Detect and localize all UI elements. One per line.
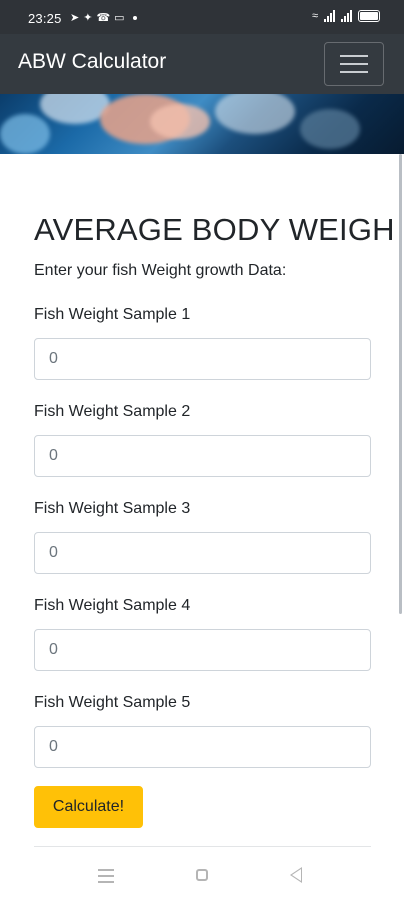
status-system-icons: ≈ (312, 10, 380, 22)
page-subtitle: Enter your fish Weight growth Data: (34, 262, 287, 279)
calculate-button[interactable]: Calculate! (34, 786, 143, 828)
status-notification-icons: ➤ ✦ ☎ ▭ (70, 11, 137, 24)
header-banner-image (0, 94, 404, 154)
status-time: 23:25 (28, 11, 62, 26)
telegram-icon: ➤ (70, 12, 80, 24)
field-label-sample-1: Fish Weight Sample 1 (34, 306, 191, 323)
navbar-brand[interactable]: ABW Calculator (18, 50, 166, 74)
fish-weight-sample-4-input[interactable] (34, 629, 371, 671)
field-label-sample-2: Fish Weight Sample 2 (34, 403, 191, 420)
notification-icon: ▭ (114, 12, 125, 24)
fish-weight-sample-1-input[interactable] (34, 338, 371, 380)
content-divider (34, 846, 371, 847)
whatsapp-icon: ☎ (96, 12, 111, 24)
field-label-sample-4: Fish Weight Sample 4 (34, 597, 191, 614)
field-label-sample-3: Fish Weight Sample 3 (34, 500, 191, 517)
navbar: ABW Calculator (0, 34, 404, 94)
menu-icon[interactable] (98, 869, 114, 883)
signal-icon (324, 10, 335, 22)
field-label-sample-5: Fish Weight Sample 5 (34, 694, 191, 711)
hamburger-menu-icon[interactable] (324, 42, 384, 86)
system-navigation-bar (0, 856, 404, 900)
twitter-icon: ✦ (83, 12, 93, 24)
more-notifications-dot (132, 15, 137, 20)
fish-weight-sample-5-input[interactable] (34, 726, 371, 768)
back-icon[interactable] (290, 867, 302, 883)
home-icon[interactable] (196, 869, 208, 881)
wifi-icon: ≈ (311, 10, 318, 22)
status-bar: 23:25 ➤ ✦ ☎ ▭ ≈ (0, 0, 404, 34)
fish-weight-sample-2-input[interactable] (34, 435, 371, 477)
battery-icon (358, 10, 380, 22)
page-scrollbar[interactable] (399, 154, 402, 614)
page-title: AVERAGE BODY WEIGH (34, 212, 395, 247)
signal-icon (341, 10, 352, 22)
fish-weight-sample-3-input[interactable] (34, 532, 371, 574)
